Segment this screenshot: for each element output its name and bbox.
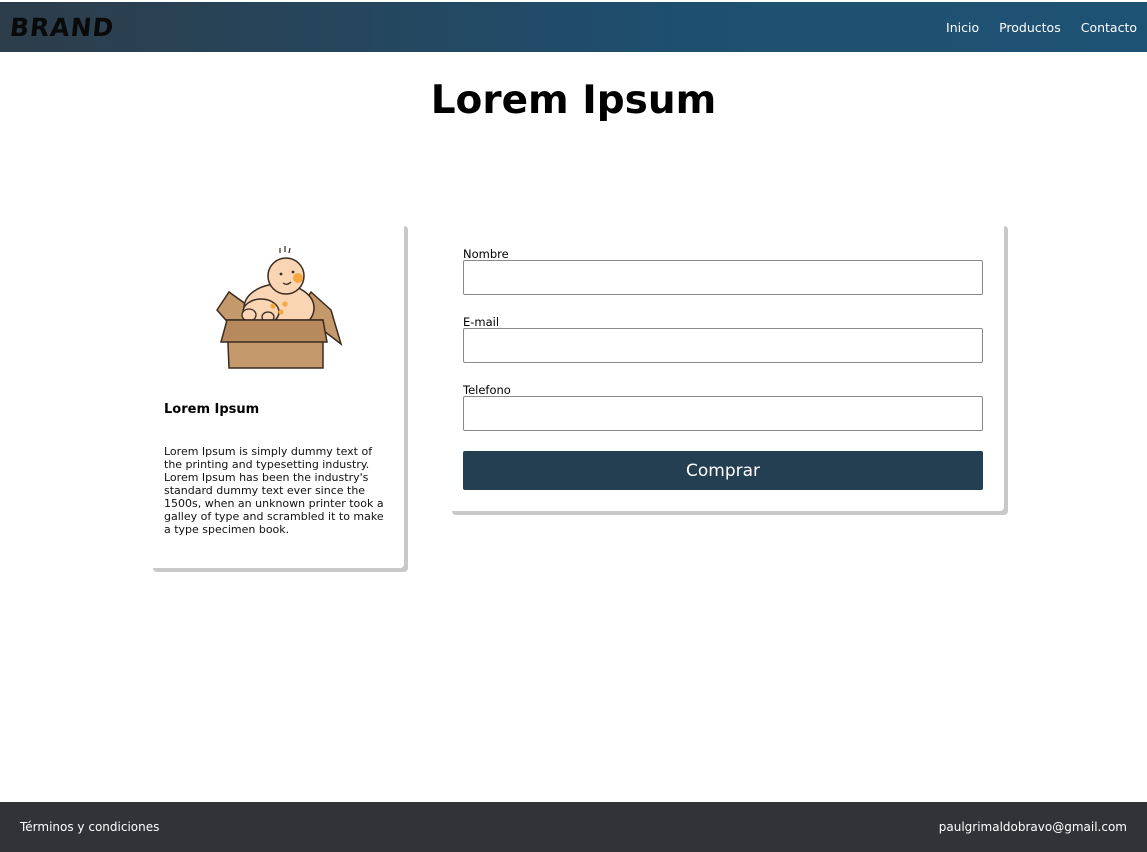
product-card: Lorem Ipsum Lorem Ipsum is simply dummy … xyxy=(149,222,404,568)
brand-logo[interactable]: BRAND xyxy=(8,13,115,42)
nav-link-contacto[interactable]: Contacto xyxy=(1081,20,1137,35)
footer: Términos y condiciones paulgrimaldobravo… xyxy=(0,802,1147,852)
nombre-label: Nombre xyxy=(463,247,509,261)
product-card-title: Lorem Ipsum xyxy=(164,402,260,417)
email-input[interactable] xyxy=(463,328,983,363)
telefono-input[interactable] xyxy=(463,396,983,431)
telefono-label: Telefono xyxy=(463,383,511,397)
purchase-form: Nombre E-mail Telefono Comprar xyxy=(448,222,1004,511)
email-label: E-mail xyxy=(463,315,500,329)
nombre-input[interactable] xyxy=(463,260,983,295)
comprar-button[interactable]: Comprar xyxy=(463,451,983,490)
main-nav: Inicio Productos Contacto xyxy=(946,20,1137,35)
nav-link-inicio[interactable]: Inicio xyxy=(946,20,979,35)
navbar: BRAND Inicio Productos Contacto xyxy=(0,2,1147,52)
nav-link-productos[interactable]: Productos xyxy=(999,20,1061,35)
contact-email: paulgrimaldobravo@gmail.com xyxy=(938,820,1127,834)
product-card-description: Lorem Ipsum is simply dummy text of the … xyxy=(164,445,384,536)
terms-link[interactable]: Términos y condiciones xyxy=(20,820,159,834)
page-title: Lorem Ipsum xyxy=(430,78,717,123)
baby-in-box-illustration xyxy=(216,246,343,369)
